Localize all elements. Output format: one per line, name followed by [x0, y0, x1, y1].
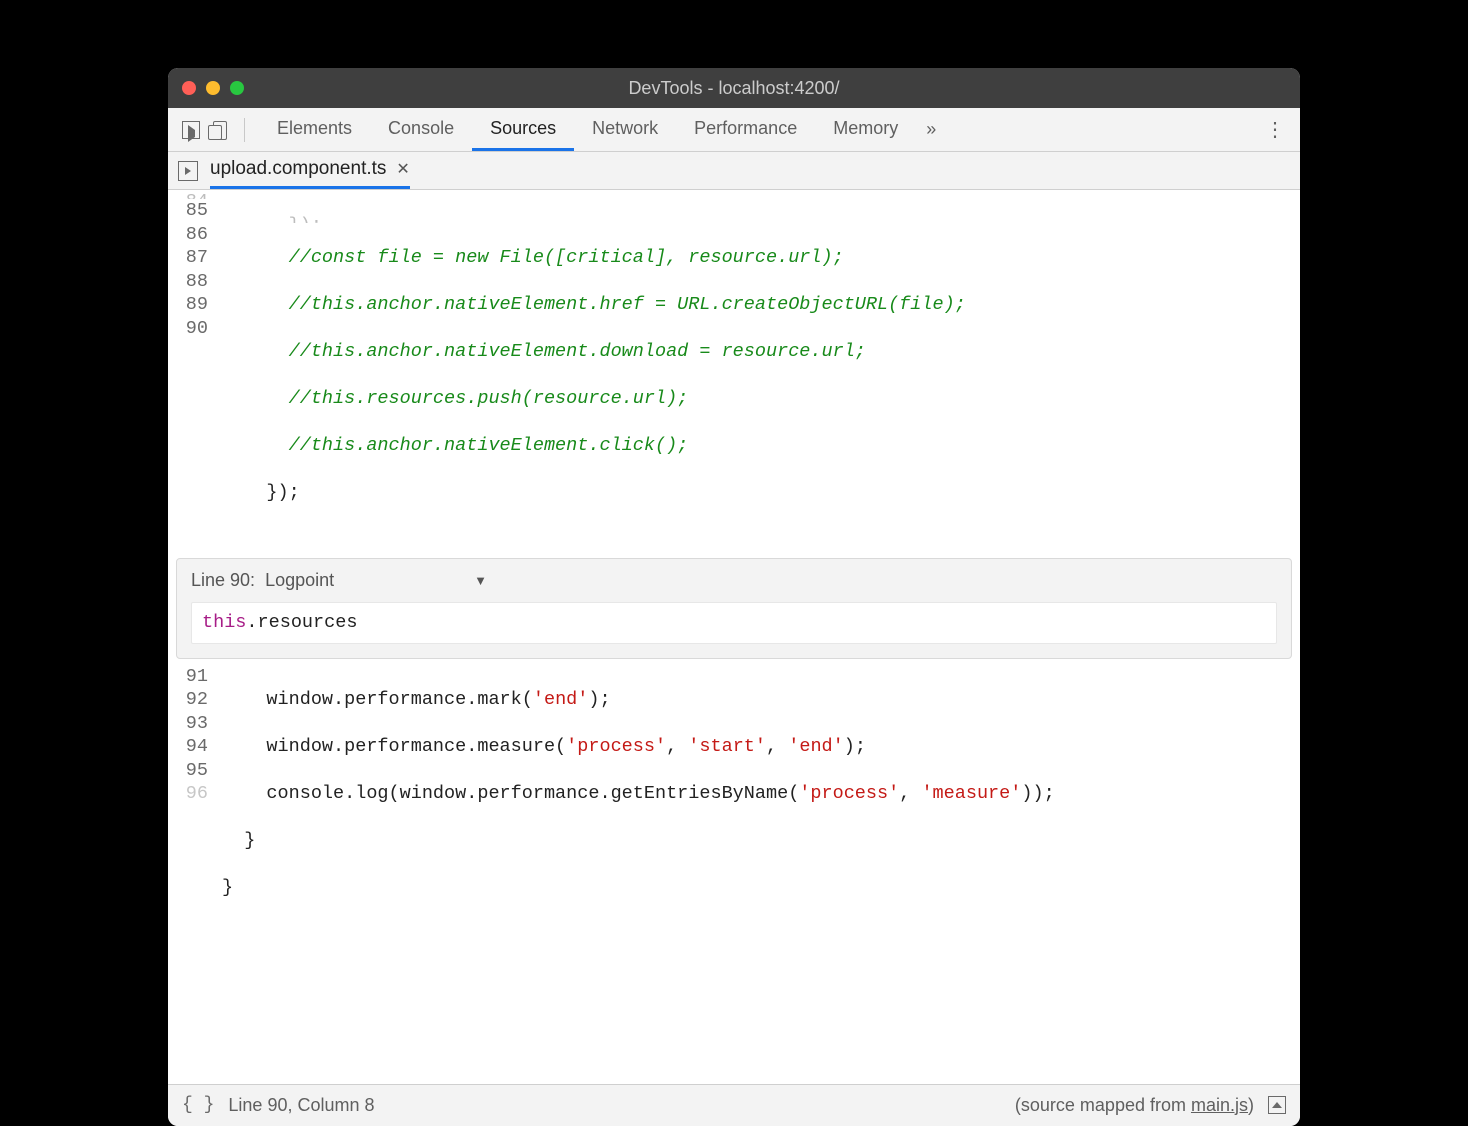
code-line: });	[222, 214, 1300, 223]
tab-sources[interactable]: Sources	[472, 108, 574, 151]
line-number[interactable]: 95	[168, 759, 208, 783]
panel-tabs: Elements Console Sources Network Perform…	[259, 108, 936, 151]
code-line: });	[222, 481, 1300, 505]
logpoint-line-label: Line 90:	[191, 569, 255, 593]
line-number[interactable]: 93	[168, 712, 208, 736]
code-line: //this.anchor.nativeElement.href = URL.c…	[222, 293, 1300, 317]
line-number[interactable]: 86	[168, 223, 208, 247]
logpoint-expression-input[interactable]: this.resources	[191, 602, 1277, 644]
show-navigator-icon[interactable]	[178, 161, 198, 181]
code-line: }	[222, 876, 1300, 900]
breakpoint-type-select[interactable]: Logpoint ▼	[265, 569, 487, 593]
code-line: //this.anchor.nativeElement.download = r…	[222, 340, 1300, 364]
source-mapped-label: (source mapped from main.js)	[1015, 1095, 1254, 1116]
file-tab-upload-component[interactable]: upload.component.ts ✕	[210, 152, 410, 189]
tab-console[interactable]: Console	[370, 108, 472, 151]
close-window-button[interactable]	[182, 81, 196, 95]
line-gutter[interactable]: 84 85 86 87 88 89 90	[168, 190, 216, 552]
code-line: window.performance.measure('process', 's…	[222, 735, 1300, 759]
source-map-link[interactable]: main.js	[1191, 1095, 1248, 1115]
line-number[interactable]: 92	[168, 688, 208, 712]
logpoint-expr-rest: .resources	[246, 612, 357, 633]
code-line: window.performance.mark('end');	[222, 688, 1300, 712]
line-number[interactable]: 87	[168, 246, 208, 270]
statusbar: { } Line 90, Column 8 (source mapped fro…	[168, 1084, 1300, 1126]
pretty-print-icon[interactable]: { }	[182, 1095, 214, 1115]
code-line	[222, 923, 1300, 947]
code-lines-top[interactable]: }); //const file = new File([critical], …	[216, 190, 1300, 552]
code-line: //const file = new File([critical], reso…	[222, 246, 1300, 270]
tab-elements[interactable]: Elements	[259, 108, 370, 151]
code-line: //this.anchor.nativeElement.click();	[222, 434, 1300, 458]
window-title: DevTools - localhost:4200/	[168, 78, 1300, 99]
tab-network[interactable]: Network	[574, 108, 676, 151]
main-toolbar: Elements Console Sources Network Perform…	[168, 108, 1300, 152]
tab-memory[interactable]: Memory	[815, 108, 916, 151]
minimize-window-button[interactable]	[206, 81, 220, 95]
traffic-lights	[182, 81, 244, 95]
code-line: //this.resources.push(resource.url);	[222, 387, 1300, 411]
toolbar-divider	[244, 118, 245, 142]
device-toolbar-icon[interactable]	[208, 121, 230, 139]
logpoint-expr-this: this	[202, 612, 246, 633]
overflow-tabs-button[interactable]: »	[926, 119, 936, 140]
line-number[interactable]: 84	[168, 190, 208, 199]
code-line: }	[222, 829, 1300, 853]
line-number[interactable]: 88	[168, 270, 208, 294]
devtools-window: DevTools - localhost:4200/ Elements Cons…	[168, 68, 1300, 1126]
code-editor[interactable]: 84 85 86 87 88 89 90 }); //const file = …	[168, 190, 1300, 1084]
line-number[interactable]: 91	[168, 665, 208, 689]
line-number[interactable]: 85	[168, 199, 208, 223]
inspect-element-icon[interactable]	[182, 121, 200, 139]
file-tab-label: upload.component.ts	[210, 158, 386, 180]
close-file-tab-icon[interactable]: ✕	[396, 159, 409, 179]
chevron-down-icon: ▼	[474, 569, 487, 593]
code-lines-bottom[interactable]: window.performance.mark('end'); window.p…	[216, 665, 1300, 994]
titlebar[interactable]: DevTools - localhost:4200/	[168, 68, 1300, 108]
cursor-position: Line 90, Column 8	[228, 1095, 374, 1116]
line-number[interactable]: 90	[168, 317, 208, 341]
line-gutter[interactable]: 91 92 93 94 95 96	[168, 665, 216, 994]
tab-performance[interactable]: Performance	[676, 108, 815, 151]
breakpoint-type-value: Logpoint	[265, 569, 334, 593]
breakpoint-editor-panel: Line 90: Logpoint ▼ this.resources	[176, 558, 1292, 659]
show-drawer-icon[interactable]	[1268, 1096, 1286, 1114]
line-number[interactable]: 96	[168, 782, 208, 806]
zoom-window-button[interactable]	[230, 81, 244, 95]
line-number[interactable]: 94	[168, 735, 208, 759]
line-number[interactable]: 89	[168, 293, 208, 317]
code-line: console.log(window.performance.getEntrie…	[222, 782, 1300, 806]
settings-menu-icon[interactable]: ⋮	[1264, 117, 1286, 142]
editor-tabs-bar: upload.component.ts ✕	[168, 152, 1300, 190]
